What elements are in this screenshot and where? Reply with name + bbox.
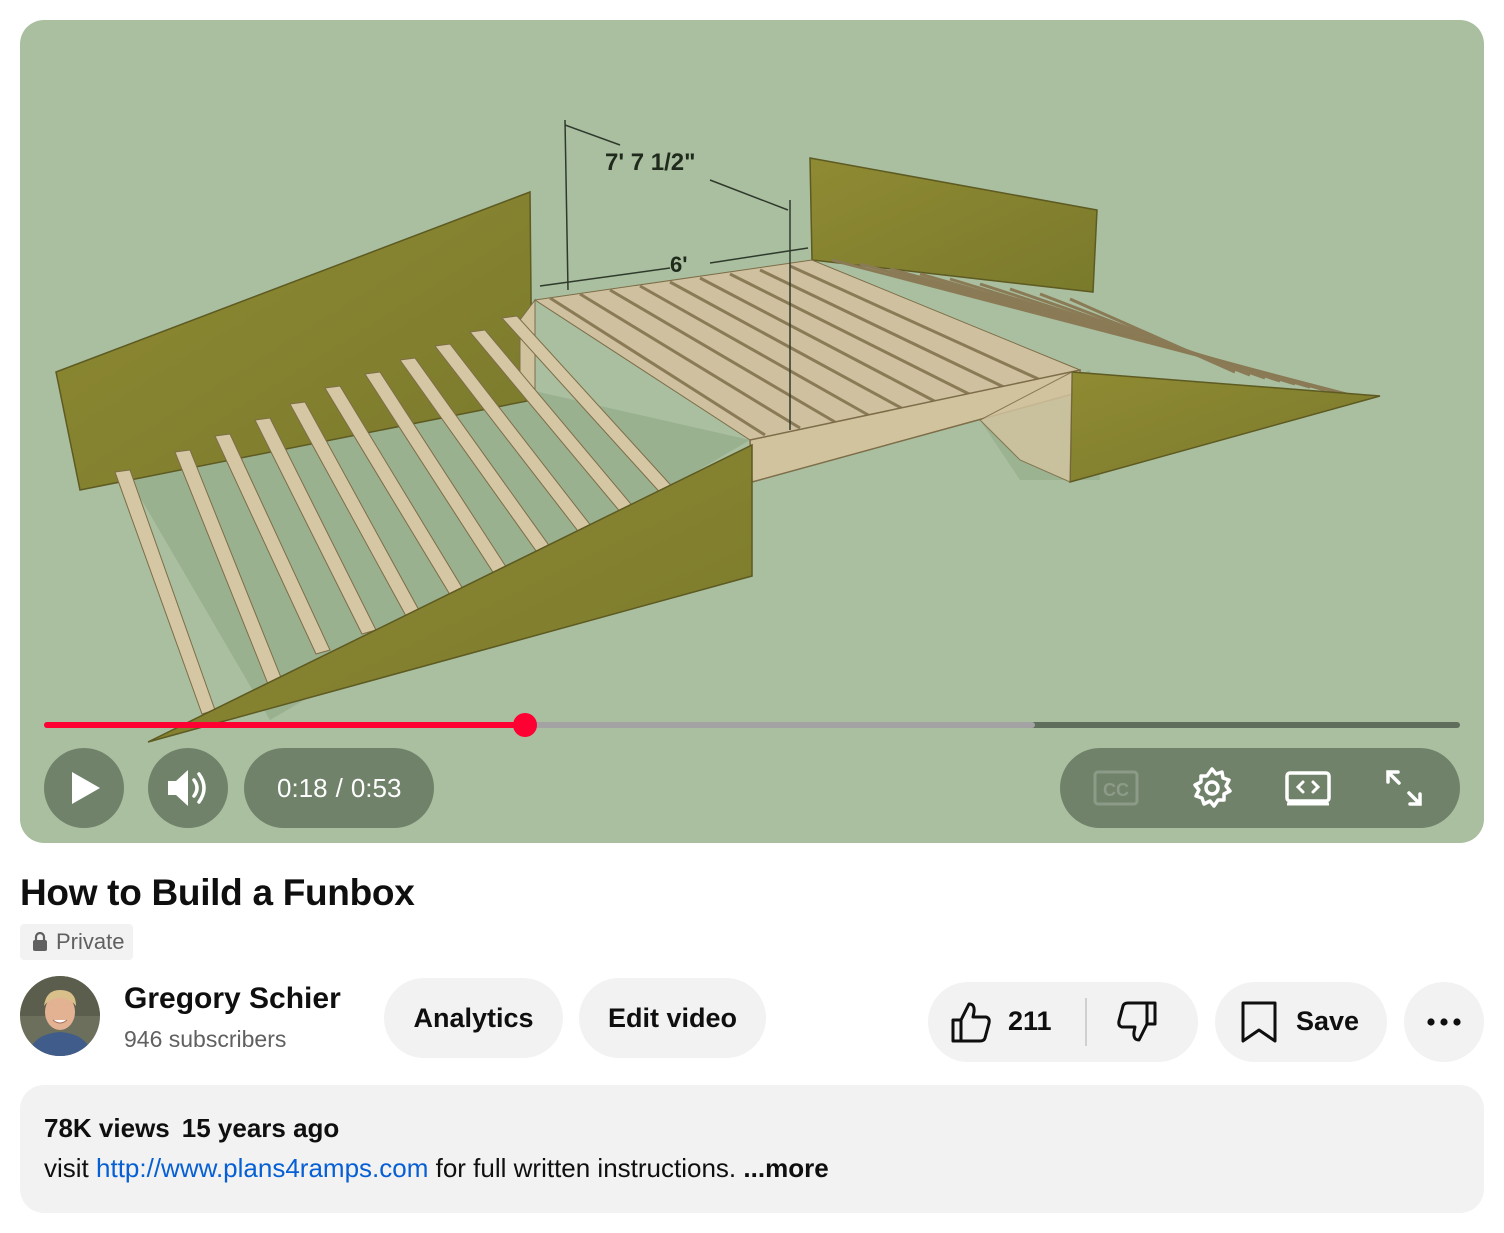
fullscreen-button[interactable]: [1380, 764, 1428, 812]
like-button[interactable]: [950, 1000, 992, 1049]
description-link[interactable]: http://www.plans4ramps.com: [96, 1153, 428, 1183]
scrubber-handle[interactable]: [513, 713, 538, 737]
description-suffix: for full written instructions.: [435, 1153, 737, 1183]
description-text: visit http://www.plans4ramps.com for ful…: [44, 1153, 829, 1184]
captions-button[interactable]: CC: [1092, 764, 1140, 812]
like-count: 211: [1008, 1006, 1052, 1036]
save-button[interactable]: Save: [1215, 982, 1387, 1062]
description-prefix: visit: [44, 1153, 89, 1183]
play-icon: [72, 772, 100, 804]
like-dislike-group: 211: [928, 982, 1198, 1062]
video-title: How to Build a Funbox: [20, 872, 415, 913]
volume-icon: [168, 770, 206, 806]
avatar-image: [20, 976, 100, 1056]
subscriber-count: 946 subscribers: [124, 1026, 287, 1052]
dislike-button[interactable]: [1116, 1000, 1158, 1049]
thumbs-up-icon: [951, 1002, 991, 1043]
progress-played: [44, 722, 526, 728]
right-controls: CC: [1060, 748, 1460, 828]
gear-icon: [1193, 767, 1232, 808]
more-actions-button[interactable]: [1404, 982, 1484, 1062]
upload-age: 15 years ago: [181, 1113, 340, 1143]
play-button[interactable]: [44, 748, 124, 828]
video-frame: 7' 7 1/2" 6': [55, 119, 1381, 743]
visibility-badge: Private: [20, 924, 134, 960]
theater-mode-button[interactable]: [1284, 764, 1332, 812]
settings-button[interactable]: [1188, 764, 1236, 812]
analytics-button[interactable]: Analytics: [384, 978, 563, 1058]
more-horizontal-icon: [1427, 1018, 1461, 1026]
svg-text:CC: CC: [1103, 780, 1129, 800]
fullscreen-icon: [1386, 770, 1422, 806]
dimension-label-top: 7' 7 1/2": [605, 149, 695, 176]
view-count: 78K views: [44, 1113, 170, 1143]
progress-bar[interactable]: [44, 713, 1460, 737]
edit-video-button[interactable]: Edit video: [579, 978, 766, 1058]
volume-button[interactable]: [148, 748, 228, 828]
save-label: Save: [1296, 1006, 1360, 1036]
thumbs-down-icon: [1117, 1001, 1157, 1042]
bookmark-icon: [1241, 1001, 1277, 1043]
video-player[interactable]: 7' 7 1/2" 6' 0:18 / 0:53 CC: [20, 20, 1484, 843]
time-display: 0:18 / 0:53: [244, 748, 435, 828]
dimension-label-bottom: 6': [670, 252, 687, 277]
video-meta: 78K views 15 years ago: [44, 1113, 339, 1144]
cc-icon: CC: [1093, 770, 1139, 806]
duration: 0:53: [350, 772, 402, 803]
theater-mode-icon: [1285, 771, 1331, 806]
time-separator: /: [335, 772, 343, 803]
visibility-label: Private: [56, 929, 125, 954]
description-box[interactable]: 78K views 15 years ago visit http://www.p…: [20, 1085, 1484, 1213]
lock-icon: [33, 932, 47, 951]
channel-avatar[interactable]: [20, 976, 100, 1056]
current-time: 0:18: [277, 772, 328, 803]
like-divider: [1085, 998, 1087, 1046]
channel-name[interactable]: Gregory Schier: [124, 982, 341, 1016]
show-more-button[interactable]: ...more: [743, 1153, 828, 1183]
